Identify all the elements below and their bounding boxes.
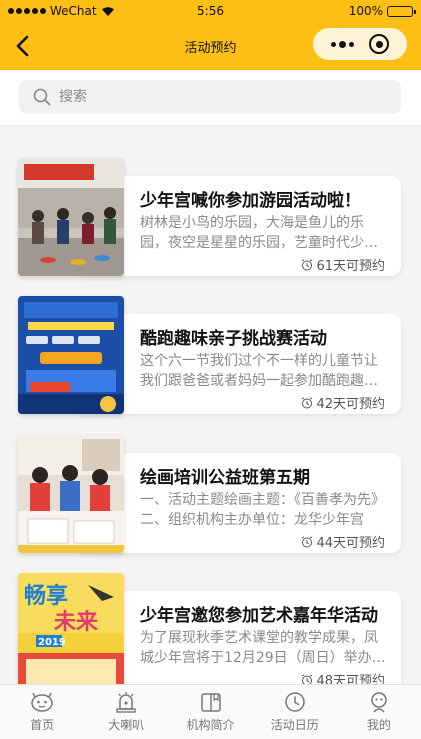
battery-icon <box>387 5 416 17</box>
activity-card[interactable]: 少年宫喊你参加游园活动啦！ 树林是小鸟的乐园，大海是鱼儿的乐园，夜空是星星的乐园… <box>18 158 401 276</box>
tab-home[interactable]: 首页 <box>0 685 84 739</box>
status-time: 5:56 <box>197 4 224 18</box>
bottom-tab-bar: 首页 大喇叭 机构简介 活动日历 我的 <box>0 684 421 739</box>
thumb-text-future: 未来 <box>54 610 99 635</box>
thumb-text-fun: 畅享 <box>24 583 68 609</box>
tab-about[interactable]: 机构简介 <box>168 685 252 739</box>
miniprogram-capsule <box>313 28 407 60</box>
tab-profile[interactable]: 我的 <box>337 685 421 739</box>
activity-description: 树林是小鸟的乐园，大海是鱼儿的乐园，夜空是星星的乐园，艺童时代少年宫是孩子们的乐… <box>140 215 378 251</box>
navigation-bar: 活动预约 <box>0 22 421 70</box>
availability-info: 48天可预约 <box>301 670 385 684</box>
search-icon <box>33 88 51 106</box>
megaphone-icon <box>116 692 136 713</box>
activity-list: 少年宫喊你参加游园活动啦！ 树林是小鸟的乐园，大海是鱼儿的乐园，夜空是星星的乐园… <box>0 126 421 684</box>
activity-description: 这个六一节我们过个不一样的儿童节让我们跟爸爸或者妈妈一起参加酷跑趣味亲子挑战赛 <box>140 353 378 389</box>
tab-label: 我的 <box>366 718 391 732</box>
book-icon <box>200 693 221 712</box>
activity-title: 酷跑趣味亲子挑战赛活动 <box>140 329 327 349</box>
availability-text: 61天可预约 <box>316 259 385 274</box>
activity-title: 少年宫喊你参加游园活动啦！ <box>140 191 361 211</box>
search-input[interactable] <box>59 89 359 105</box>
activity-card[interactable]: 绘画培训公益班第五期 一、活动主题绘画主题：《百善孝为先》二、组织机构主办单位：… <box>18 435 401 553</box>
alarm-clock-icon <box>302 673 313 684</box>
user-icon <box>371 692 387 713</box>
close-miniprogram-button[interactable] <box>369 34 390 54</box>
chevron-left-icon <box>16 35 29 57</box>
alarm-clock-icon <box>302 396 313 408</box>
availability-text: 42天可预约 <box>316 397 385 412</box>
search-section <box>0 70 421 126</box>
activity-title: 少年宫邀您参加艺术嘉年华活动 <box>140 606 378 626</box>
availability-info: 44天可预约 <box>301 532 385 551</box>
thumb-text-year: 2019 <box>38 637 66 648</box>
activity-card[interactable]: 酷跑趣味亲子挑战赛活动 这个六一节我们过个不一样的儿童节让我们跟爸爸或者妈妈一起… <box>18 296 401 414</box>
status-bar: WeChat 5:56 100% <box>0 0 421 22</box>
home-face-icon <box>31 692 53 712</box>
alarm-clock-icon <box>302 535 313 547</box>
activity-title: 绘画培训公益班第五期 <box>140 468 310 488</box>
tab-label: 活动日历 <box>270 718 319 732</box>
availability-text: 48天可预约 <box>316 674 385 684</box>
search-box[interactable] <box>19 80 401 114</box>
clock-icon <box>284 692 305 712</box>
availability-info: 61天可预约 <box>301 255 385 274</box>
more-menu-button[interactable] <box>330 40 354 48</box>
activity-thumbnail <box>18 296 124 414</box>
activity-thumbnail: 畅享 未来 2019 <box>18 573 124 684</box>
tab-label: 机构简介 <box>186 718 235 732</box>
activity-description: 一、活动主题绘画主题：《百善孝为先》二、组织机构主办单位：龙华少年宫 <box>140 492 385 528</box>
tab-calendar[interactable]: 活动日历 <box>253 685 337 739</box>
availability-text: 44天可预约 <box>316 536 385 551</box>
back-button[interactable] <box>10 32 34 60</box>
tab-label: 大喇叭 <box>108 718 145 732</box>
activity-description: 为了展现秋季艺术课堂的教学成果，凤城少年宫将于12月29日（周日）举办艺术嘉年华 <box>140 630 386 666</box>
tab-megaphone[interactable]: 大喇叭 <box>84 685 168 739</box>
activity-thumbnail <box>18 435 124 553</box>
availability-info: 42天可预约 <box>301 393 385 412</box>
alarm-clock-icon <box>302 258 313 270</box>
activity-card[interactable]: 畅享 未来 2019 少年宫邀您参加艺术嘉年华活动 为了展现秋季艺术课堂的教学成… <box>18 573 401 684</box>
tab-label: 首页 <box>30 718 55 732</box>
activity-thumbnail <box>18 158 124 276</box>
